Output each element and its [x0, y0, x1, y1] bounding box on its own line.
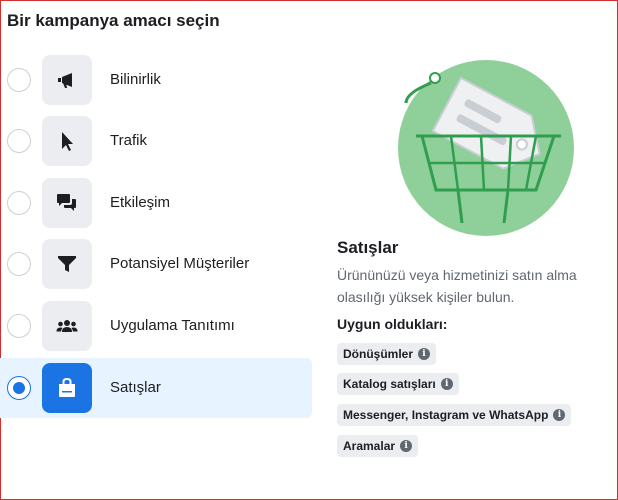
chip-label: Aramalar — [343, 439, 396, 453]
chip-label: Messenger, Instagram ve WhatsApp — [343, 408, 549, 422]
chip-label: Dönüşümler — [343, 347, 414, 361]
radio-button[interactable] — [7, 68, 31, 92]
objective-option-traffic[interactable]: Trafik — [0, 111, 312, 171]
good-for-chip: Messenger, Instagram ve WhatsApp i — [337, 404, 572, 426]
cursor-icon — [62, 132, 73, 151]
info-icon[interactable]: i — [440, 378, 453, 390]
info-icon[interactable]: i — [400, 440, 413, 452]
radio-button[interactable] — [7, 252, 31, 276]
chip-label: Katalog satışları — [343, 377, 436, 391]
objective-option-leads[interactable]: Potansiyel Müşteriler — [0, 234, 312, 294]
good-for-chip: Dönüşümler i — [337, 343, 437, 365]
objective-label: Trafik — [110, 132, 147, 149]
detail-description: Ürününüzü veya hizmetinizi satın alma ol… — [337, 267, 577, 305]
megaphone-icon — [58, 73, 72, 88]
good-for-label: Uygun oldukları: — [337, 316, 448, 332]
radio-button[interactable] — [7, 314, 31, 338]
people-icon — [56, 320, 78, 332]
info-icon[interactable]: i — [553, 409, 566, 421]
objective-label: Uygulama Tanıtımı — [110, 317, 235, 334]
good-for-chip: Aramalar i — [337, 435, 419, 457]
icon-tile[interactable] — [42, 178, 92, 228]
objective-option-app-promotion[interactable]: Uygulama Tanıtımı — [0, 296, 312, 356]
objective-option-sales[interactable]: Satışlar — [0, 358, 312, 418]
icon-tile[interactable] — [42, 116, 92, 166]
objective-label: Etkileşim — [110, 194, 171, 211]
radio-button[interactable] — [7, 129, 31, 153]
objective-label: Potansiyel Müşteriler — [110, 255, 250, 272]
page-title: Bir kampanya amacı seçin — [7, 11, 220, 30]
shopping-bag-icon — [59, 377, 75, 397]
icon-tile[interactable] — [42, 239, 92, 289]
radio-button[interactable] — [7, 376, 31, 400]
icon-tile[interactable] — [42, 301, 92, 351]
filter-icon — [58, 256, 76, 272]
icon-tile[interactable] — [42, 55, 92, 105]
objective-label: Bilinirlik — [110, 71, 161, 88]
sales-illustration — [398, 60, 574, 236]
icon-tile[interactable] — [42, 363, 92, 413]
info-icon[interactable]: i — [418, 348, 431, 360]
detail-title: Satışlar — [337, 238, 399, 257]
objective-option-awareness[interactable]: Bilinirlik — [0, 50, 312, 110]
objective-option-engagement[interactable]: Etkileşim — [0, 173, 312, 233]
good-for-chip: Katalog satışları i — [337, 373, 459, 395]
objective-label: Satışlar — [110, 379, 161, 396]
chat-bubbles-icon — [57, 194, 76, 211]
radio-button[interactable] — [7, 191, 31, 215]
